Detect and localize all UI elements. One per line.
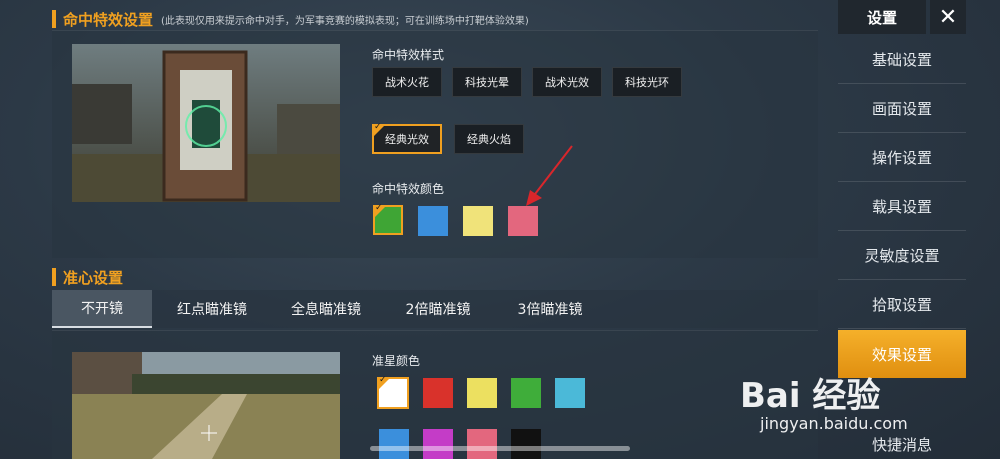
tab-red-dot[interactable]: 红点瞄准镜 xyxy=(162,290,262,328)
watermark-logo: Bai 经验 xyxy=(740,376,881,416)
style-option-classic-light[interactable]: ✓ 经典光效 xyxy=(372,122,442,154)
hit-effect-header: 命中特效设置 (此表现仅用来提示命中对手，为军事竞赛的模拟表现；可在训练场中打靶… xyxy=(52,8,529,30)
hit-color-swatch-green[interactable]: ✓ xyxy=(373,203,403,235)
sidebar-item-graphics[interactable]: 画面设置 xyxy=(838,85,966,133)
crosshair-color-swatch-white[interactable]: ✓ xyxy=(377,375,409,409)
style-option-tech-halo[interactable]: 科技光晕 xyxy=(452,67,522,97)
watermark: Bai 经验 jingyan.baidu.com xyxy=(740,368,990,448)
close-icon: ✕ xyxy=(938,4,958,30)
sidebar-item-vehicle[interactable]: 载具设置 xyxy=(838,183,966,231)
settings-title: 设置 xyxy=(838,0,926,34)
crosshair-color-swatch-green[interactable] xyxy=(511,378,541,408)
annotation-arrow-icon xyxy=(526,145,573,206)
sidebar-item-controls[interactable]: 操作设置 xyxy=(838,134,966,182)
crosshair-preview-image xyxy=(72,352,340,459)
checkmark-icon: ✓ xyxy=(374,122,382,132)
section-accent-bar xyxy=(52,268,56,286)
style-option-tactical-spark[interactable]: 战术火花 xyxy=(372,67,442,97)
crosshair-color-swatch-pink[interactable] xyxy=(467,429,497,459)
crosshair-color-label: 准星颜色 xyxy=(372,354,421,368)
style-option-label: 经典光效 xyxy=(385,133,429,146)
close-button[interactable]: ✕ xyxy=(930,0,966,34)
tab-holographic[interactable]: 全息瞄准镜 xyxy=(276,290,376,328)
checkmark-icon: ✓ xyxy=(379,375,387,385)
crosshair-header: 准心设置 xyxy=(52,266,123,288)
crosshair-color-swatch-purple[interactable] xyxy=(423,429,453,459)
target-scene-illustration xyxy=(72,44,340,202)
style-option-classic-flame[interactable]: 经典火焰 xyxy=(454,124,524,154)
hit-color-swatch-blue[interactable] xyxy=(418,206,448,236)
sidebar-item-basic[interactable]: 基础设置 xyxy=(838,36,966,84)
tab-2x-scope[interactable]: 2倍瞄准镜 xyxy=(388,290,488,328)
crosshair-color-swatch-cyan[interactable] xyxy=(555,378,585,408)
sidebar-item-sensitivity[interactable]: 灵敏度设置 xyxy=(838,232,966,280)
section-accent-bar xyxy=(52,10,56,28)
sidebar-item-pickup[interactable]: 拾取设置 xyxy=(838,281,966,329)
crosshair-color-swatch-black[interactable] xyxy=(511,429,541,459)
hit-style-label: 命中特效样式 xyxy=(372,48,445,62)
style-option-tech-ring[interactable]: 科技光环 xyxy=(612,67,682,97)
crosshair-color-swatch-yellow[interactable] xyxy=(467,378,497,408)
crosshair-color-swatch-blue[interactable] xyxy=(379,429,409,459)
crosshair-color-swatch-red[interactable] xyxy=(423,378,453,408)
section-title: 准心设置 xyxy=(63,268,124,287)
horizontal-scroll-indicator[interactable] xyxy=(370,446,630,451)
section-note: (此表现仅用来提示命中对手，为军事竞赛的模拟表现；可在训练场中打靶体验效果) xyxy=(161,15,529,27)
scope-tabs: 不开镜 红点瞄准镜 全息瞄准镜 2倍瞄准镜 3倍瞄准镜 xyxy=(52,290,818,328)
hit-color-swatch-yellow[interactable] xyxy=(463,206,493,236)
style-option-tactical-light[interactable]: 战术光效 xyxy=(532,67,602,97)
section-title: 命中特效设置 xyxy=(63,10,154,29)
hit-effect-preview-image xyxy=(72,44,340,202)
tab-no-scope[interactable]: 不开镜 xyxy=(52,290,152,328)
tab-3x-scope[interactable]: 3倍瞄准镜 xyxy=(500,290,600,328)
hit-color-swatch-pink[interactable] xyxy=(508,206,538,236)
field-scene-illustration xyxy=(72,352,340,459)
watermark-url: jingyan.baidu.com xyxy=(760,414,908,433)
checkmark-icon: ✓ xyxy=(375,203,383,213)
hit-color-label: 命中特效颜色 xyxy=(372,182,445,196)
